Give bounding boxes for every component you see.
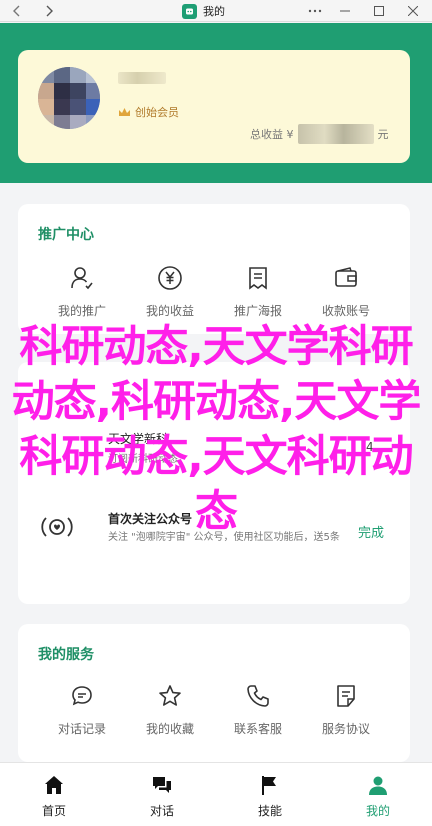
username-redacted <box>118 72 166 84</box>
service-item-label: 对话记录 <box>57 722 106 736</box>
notice-desc: 订阅新科研动态 <box>108 454 178 465</box>
services-card: 我的服务 对话记录 我的收藏 联系客服 服务协议 <box>18 624 410 762</box>
poster-icon <box>244 264 272 292</box>
bottom-nav: 首页 对话 技能 我的 <box>0 762 432 826</box>
profile-icon <box>369 776 387 795</box>
member-badge: 创始会员 <box>118 104 179 120</box>
nav-home[interactable]: 首页 <box>0 763 108 826</box>
services-title: 我的服务 <box>38 647 94 663</box>
app-logo-icon <box>182 3 197 19</box>
promo-center-title: 推广中心 <box>38 227 94 243</box>
home-icon <box>45 776 63 794</box>
services-grid: 对话记录 我的收藏 联系客服 服务协议 <box>18 682 410 737</box>
window-title-area: 我的 <box>182 0 225 22</box>
service-item-contact-support[interactable]: 联系客服 <box>214 682 302 737</box>
service-item-chat-record[interactable]: 对话记录 <box>38 682 126 737</box>
back-button[interactable] <box>6 0 28 22</box>
wechat-broadcast-icon <box>38 508 76 546</box>
window-titlebar: 我的 <box>0 0 432 22</box>
earnings-suffix: 元 <box>377 128 389 141</box>
nav-label: 我的 <box>365 804 390 818</box>
promo-grid: 我的推广 我的收益 推广海报 收款账号 <box>18 264 410 319</box>
nav-label: 首页 <box>41 804 66 818</box>
user-icon <box>68 264 96 292</box>
promo-item-label: 我的收益 <box>145 304 194 318</box>
promo-item-payee-account[interactable]: 收款账号 <box>302 264 390 319</box>
member-label: 创始会员 <box>135 106 179 119</box>
total-earnings: 总收益 ¥ 元 <box>250 124 389 144</box>
yuan-coin-icon <box>156 264 184 292</box>
follow-task-title: 首次关注公众号 <box>108 512 193 526</box>
nav-mine[interactable]: 我的 <box>324 763 432 826</box>
notice-status: 4 <box>366 440 374 454</box>
forward-button[interactable] <box>38 0 60 22</box>
promo-item-label: 推广海报 <box>233 304 282 318</box>
minimize-icon <box>340 10 350 12</box>
avatar[interactable] <box>38 67 100 129</box>
promo-item-label: 收款账号 <box>321 304 370 318</box>
flag-icon <box>262 776 276 795</box>
earnings-prefix: 总收益 ¥ <box>250 128 294 141</box>
window-title: 我的 <box>203 5 225 18</box>
nav-label: 对话 <box>149 804 174 818</box>
chevron-right-icon <box>46 5 53 17</box>
promo-item-label: 我的推广 <box>57 304 106 318</box>
nav-skills[interactable]: 技能 <box>216 763 324 826</box>
maximize-icon <box>374 6 384 16</box>
nav-chat[interactable]: 对话 <box>108 763 216 826</box>
service-item-agreement[interactable]: 服务协议 <box>302 682 390 737</box>
star-icon <box>156 682 184 710</box>
chat-record-icon <box>68 682 96 710</box>
follow-task-desc: 关注 "泡哪院宇宙" 公众号，使用社区功能后，送5条 <box>108 532 340 543</box>
promo-item-my-earnings[interactable]: 我的收益 <box>126 264 214 319</box>
minimize-button[interactable] <box>334 0 356 22</box>
phone-icon <box>244 682 272 710</box>
earnings-amount-redacted <box>297 124 374 144</box>
close-button[interactable] <box>402 0 424 22</box>
service-item-label: 服务协议 <box>321 722 370 736</box>
service-item-label: 我的收藏 <box>145 722 194 736</box>
follow-task-status[interactable]: 完成 <box>358 522 384 541</box>
service-item-favorites[interactable]: 我的收藏 <box>126 682 214 737</box>
promo-item-poster[interactable]: 推广海报 <box>214 264 302 319</box>
member-card[interactable]: 创始会员 总收益 ¥ 元 <box>18 50 410 163</box>
agreement-icon <box>332 682 360 710</box>
tasks-card: 天文学新科 订阅新科研动态 4 首次关注公众号 关注 "泡哪院宇宙" 公众号，使… <box>18 362 410 604</box>
promo-center-card: 推广中心 我的推广 我的收益 推广海报 收款账号 <box>18 204 410 334</box>
promo-item-my-promotion[interactable]: 我的推广 <box>38 264 126 319</box>
more-button[interactable] <box>304 0 326 22</box>
crown-icon <box>119 108 130 116</box>
notice-title: 天文学新科 <box>108 432 169 446</box>
nav-label: 技能 <box>257 804 282 818</box>
close-icon <box>408 6 418 16</box>
service-item-label: 联系客服 <box>233 722 282 736</box>
chat-icon <box>153 777 171 793</box>
maximize-button[interactable] <box>368 0 390 22</box>
more-icon <box>308 9 322 13</box>
wallet-icon <box>332 264 360 292</box>
chevron-left-icon <box>13 5 20 17</box>
